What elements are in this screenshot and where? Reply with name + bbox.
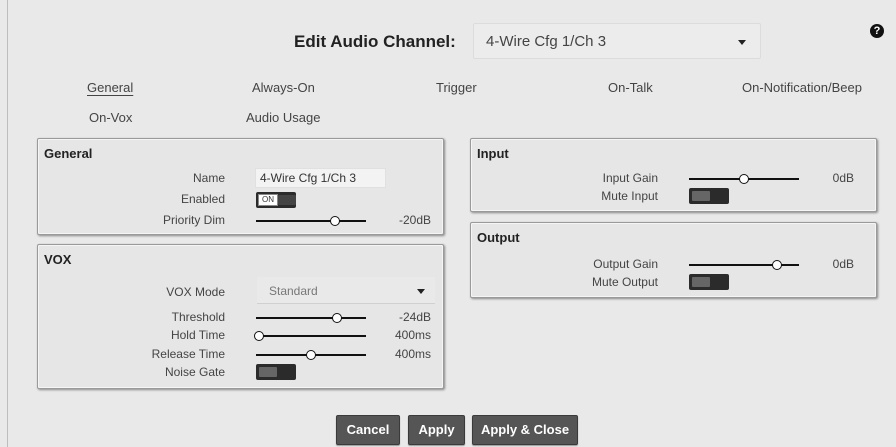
noise-gate-label: Noise Gate bbox=[164, 365, 225, 379]
slider-track bbox=[256, 317, 366, 319]
channel-select-value: 4-Wire Cfg 1/Ch 3 bbox=[486, 33, 607, 50]
priority-dim-label: Priority Dim bbox=[163, 213, 225, 227]
enabled-toggle-text: ON bbox=[258, 194, 278, 206]
enabled-label: Enabled bbox=[180, 192, 225, 206]
threshold-label: Threshold bbox=[171, 310, 225, 324]
vox-panel-title: VOX bbox=[44, 252, 72, 267]
tab-always-on[interactable]: Always-On bbox=[252, 80, 315, 95]
slider-track bbox=[256, 220, 366, 222]
mute-output-label: Mute Output bbox=[591, 275, 658, 289]
slider-thumb[interactable] bbox=[332, 313, 343, 323]
chevron-down-icon bbox=[738, 40, 746, 45]
slider-thumb[interactable] bbox=[306, 350, 316, 360]
release-time-slider[interactable] bbox=[256, 350, 366, 360]
apply-button[interactable]: Apply bbox=[408, 415, 465, 445]
input-gain-slider[interactable] bbox=[689, 174, 799, 184]
hold-time-value: 400ms bbox=[394, 328, 431, 342]
tab-on-vox[interactable]: On-Vox bbox=[89, 110, 132, 125]
output-gain-label: Output Gain bbox=[593, 257, 658, 271]
slider-thumb[interactable] bbox=[330, 216, 341, 226]
cancel-button[interactable]: Cancel bbox=[336, 415, 400, 445]
apply-close-button[interactable]: Apply & Close bbox=[472, 415, 578, 445]
name-field[interactable]: 4-Wire Cfg 1/Ch 3 bbox=[255, 168, 386, 188]
name-label: Name bbox=[192, 171, 225, 185]
dialog: Edit Audio Channel: 4-Wire Cfg 1/Ch 3 ? … bbox=[0, 0, 896, 447]
help-icon[interactable]: ? bbox=[870, 24, 884, 38]
enabled-toggle[interactable]: ON bbox=[256, 192, 296, 208]
release-time-label: Release Time bbox=[151, 347, 225, 361]
chevron-down-icon bbox=[417, 289, 425, 294]
toggle-knob bbox=[692, 277, 710, 287]
general-panel: General Name 4-Wire Cfg 1/Ch 3 Enabled O… bbox=[37, 138, 444, 235]
vox-panel: VOX VOX Mode Standard Threshold -24dB Ho… bbox=[37, 244, 444, 389]
output-gain-slider[interactable] bbox=[689, 260, 799, 270]
priority-dim-value: -20dB bbox=[398, 213, 431, 227]
threshold-slider[interactable] bbox=[256, 313, 366, 323]
input-panel: Input Input Gain 0dB Mute Input bbox=[470, 138, 877, 212]
priority-dim-slider[interactable] bbox=[256, 216, 366, 226]
vox-mode-label: VOX Mode bbox=[166, 285, 225, 299]
slider-track bbox=[689, 264, 799, 266]
slider-thumb[interactable] bbox=[739, 174, 749, 184]
mute-output-toggle[interactable] bbox=[689, 274, 729, 290]
input-gain-label: Input Gain bbox=[602, 171, 658, 185]
toggle-knob bbox=[278, 195, 296, 205]
slider-thumb[interactable] bbox=[772, 260, 782, 270]
toggle-knob bbox=[692, 191, 710, 201]
tab-trigger[interactable]: Trigger bbox=[436, 80, 477, 95]
dialog-title: Edit Audio Channel: bbox=[294, 32, 456, 51]
toggle-knob bbox=[259, 367, 277, 377]
tab-on-talk[interactable]: On-Talk bbox=[608, 80, 653, 95]
slider-track bbox=[256, 335, 366, 337]
general-panel-title: General bbox=[44, 146, 93, 161]
channel-select[interactable]: 4-Wire Cfg 1/Ch 3 bbox=[473, 23, 761, 59]
vox-mode-value: Standard bbox=[269, 284, 318, 298]
hold-time-label: Hold Time bbox=[170, 328, 225, 342]
release-time-value: 400ms bbox=[394, 347, 431, 361]
output-gain-value: 0dB bbox=[832, 257, 854, 271]
input-panel-title: Input bbox=[477, 146, 509, 161]
noise-gate-toggle[interactable] bbox=[256, 364, 296, 380]
mute-input-label: Mute Input bbox=[601, 189, 658, 203]
tab-audio-usage[interactable]: Audio Usage bbox=[246, 110, 320, 125]
input-gain-value: 0dB bbox=[832, 171, 854, 185]
tab-on-notification-beep[interactable]: On-Notification/Beep bbox=[742, 80, 862, 95]
vox-mode-select[interactable]: Standard bbox=[257, 277, 435, 304]
tab-general[interactable]: General bbox=[87, 80, 133, 95]
left-border bbox=[7, 0, 8, 447]
slider-thumb[interactable] bbox=[254, 331, 265, 341]
output-panel-title: Output bbox=[477, 230, 520, 245]
hold-time-slider[interactable] bbox=[254, 331, 366, 341]
mute-input-toggle[interactable] bbox=[689, 188, 729, 204]
threshold-value: -24dB bbox=[398, 310, 431, 324]
output-panel: Output Output Gain 0dB Mute Output bbox=[470, 222, 877, 298]
